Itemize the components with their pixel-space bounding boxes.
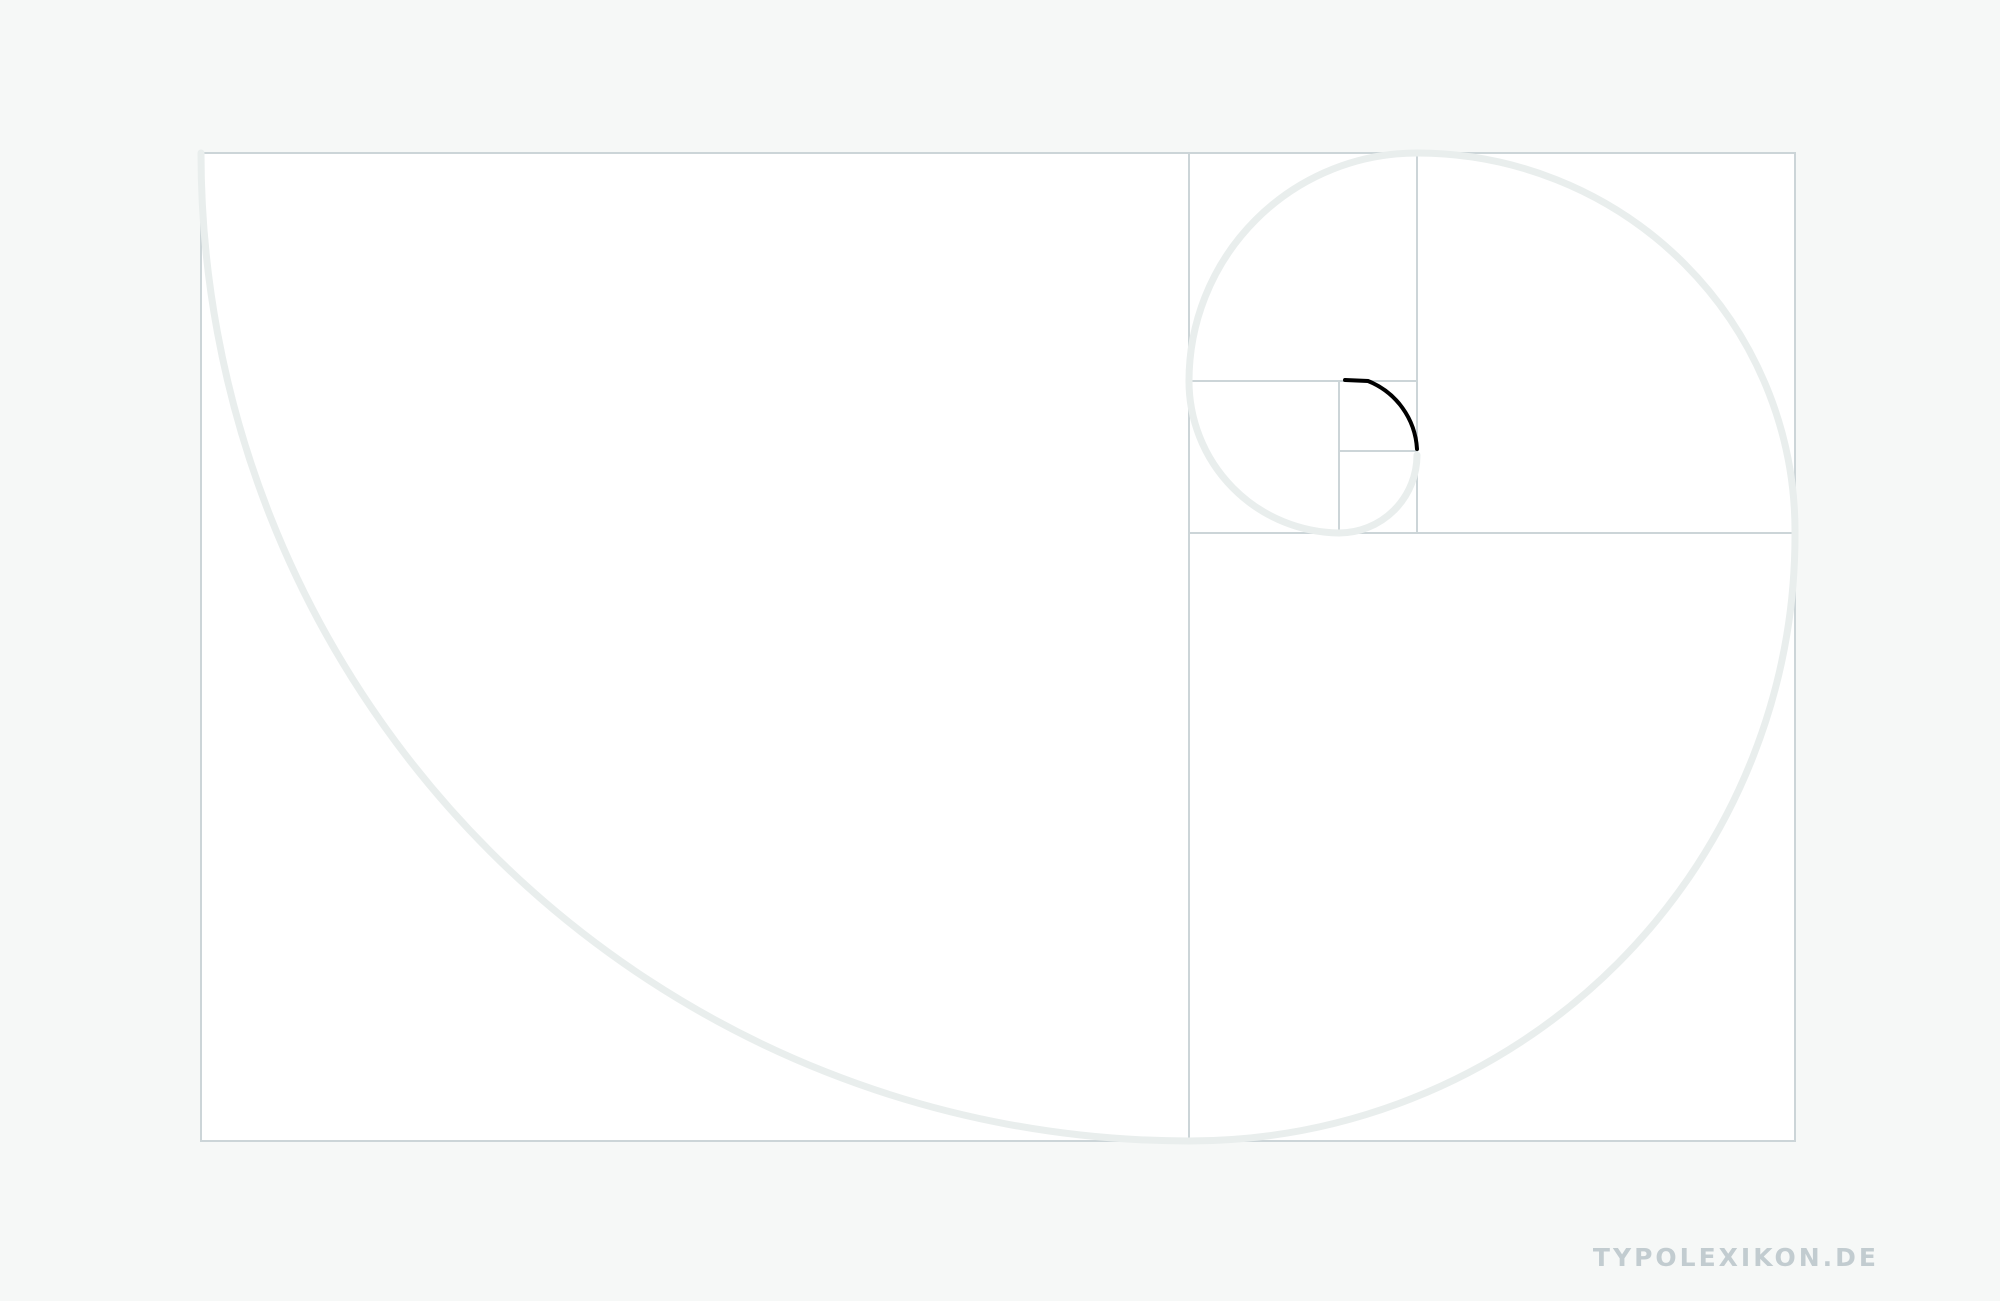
golden-rectangle: [200, 152, 1796, 1142]
watermark-text: TYPOLEXIKON.DE: [1592, 1243, 1879, 1272]
golden-spiral-diagram: [0, 0, 2000, 1301]
